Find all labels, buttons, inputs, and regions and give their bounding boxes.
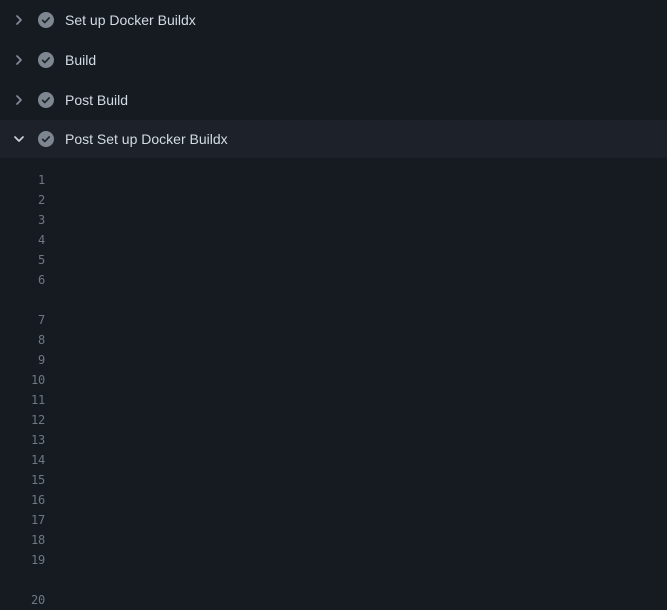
check-circle-icon: [38, 12, 54, 28]
line-number[interactable]: 5: [0, 250, 45, 270]
chevron-right-icon: [11, 12, 27, 28]
line-number[interactable]: 4: [0, 230, 45, 250]
step-title: Post Set up Docker Buildx: [65, 131, 228, 147]
log-line: 3 /usr/bin/docker logs buildx_buildkit_b…: [0, 210, 667, 230]
step-title: Set up Docker Buildx: [65, 12, 196, 28]
log-line: application/vnd.oci.image.index.v1+json,…: [0, 570, 667, 590]
log-line: 18 time="2021-04-23T18:02:38Z" level=deb…: [0, 530, 667, 550]
step-title: Build: [65, 52, 96, 68]
log-line: 16 time="2021-04-23T18:02:38Z" level=deb…: [0, 490, 667, 510]
step-row-post-set-up-docker-buildx[interactable]: Post Set up Docker Buildx: [0, 120, 667, 158]
log-line: 8 time="2021-04-23T18:02:37Z" level=info…: [0, 330, 667, 350]
log-line: linux/riscv64 linux/ppc64le linux/s390x …: [0, 290, 667, 310]
log-line: 9 time="2021-04-23T18:02:37Z" level=warn…: [0, 350, 667, 370]
log-line: 17 time="2021-04-23T18:02:38Z" level=deb…: [0, 510, 667, 530]
line-number[interactable]: 7: [0, 310, 45, 330]
line-number[interactable]: 6: [0, 270, 45, 290]
line-number[interactable]: 11: [0, 390, 45, 410]
check-circle-icon: [38, 52, 54, 68]
log-line: 20 time="2021-04-23T18:02:38Z" level=deb…: [0, 590, 667, 610]
chevron-right-icon: [11, 52, 27, 68]
line-number[interactable]: 1: [0, 170, 45, 190]
log-line: 6 time="2021-04-23T18:02:37Z" level=info…: [0, 270, 667, 290]
log-line[interactable]: 2 ▼ BuildKit container logs: [0, 190, 667, 210]
line-number[interactable]: 13: [0, 430, 45, 450]
line-number[interactable]: 20: [0, 590, 45, 610]
line-number[interactable]: 18: [0, 530, 45, 550]
workflow-log-viewer: Set up Docker Buildx Build Post Buil: [0, 0, 667, 610]
line-number[interactable]: [0, 570, 45, 590]
log-line: 11 time="2021-04-23T18:02:38Z" level=deb…: [0, 390, 667, 410]
steps-list: Set up Docker Buildx Build Post Buil: [0, 0, 667, 158]
log-line: 14 time="2021-04-23T18:02:38Z" level=deb…: [0, 450, 667, 470]
line-number[interactable]: 19: [0, 550, 45, 570]
line-number[interactable]: 2: [0, 190, 45, 210]
chevron-right-icon: [11, 92, 27, 108]
log-line: 19 time="2021-04-23T18:02:38Z" level=deb…: [0, 550, 667, 570]
line-number[interactable]: 10: [0, 370, 45, 390]
log-line: 12 time="2021-04-23T18:02:38Z" level=deb…: [0, 410, 667, 430]
check-circle-icon: [38, 131, 54, 147]
line-number[interactable]: 3: [0, 210, 45, 230]
log-line: 13 time="2021-04-23T18:02:38Z" level=deb…: [0, 430, 667, 450]
log-line: 4 time="2021-04-23T18:02:37Z" level=info…: [0, 230, 667, 250]
log-area: 1 Post job cleanup. 2 ▼ BuildKit contain…: [0, 158, 667, 610]
line-number[interactable]: [0, 290, 45, 310]
line-number[interactable]: 15: [0, 470, 45, 490]
line-number[interactable]: 8: [0, 330, 45, 350]
step-row-post-build[interactable]: Post Build: [0, 80, 667, 120]
line-number[interactable]: 16: [0, 490, 45, 510]
step-row-build[interactable]: Build: [0, 40, 667, 80]
step-row-set-up-docker-buildx[interactable]: Set up Docker Buildx: [0, 0, 667, 40]
log-line: 5 time="2021-04-23T18:02:37Z" level=warn…: [0, 250, 667, 270]
line-number[interactable]: 14: [0, 450, 45, 470]
log-line: 15 time="2021-04-23T18:02:38Z" level=deb…: [0, 470, 667, 490]
line-number[interactable]: 17: [0, 510, 45, 530]
log-line: 7 time="2021-04-23T18:02:37Z" level=warn…: [0, 310, 667, 330]
line-number[interactable]: 12: [0, 410, 45, 430]
check-circle-icon: [38, 92, 54, 108]
step-title: Post Build: [65, 92, 128, 108]
log-line: 1 Post job cleanup.: [0, 170, 667, 190]
line-number[interactable]: 9: [0, 350, 45, 370]
chevron-down-icon: [11, 131, 27, 147]
log-line: 10 time="2021-04-23T18:02:37Z" level=inf…: [0, 370, 667, 390]
